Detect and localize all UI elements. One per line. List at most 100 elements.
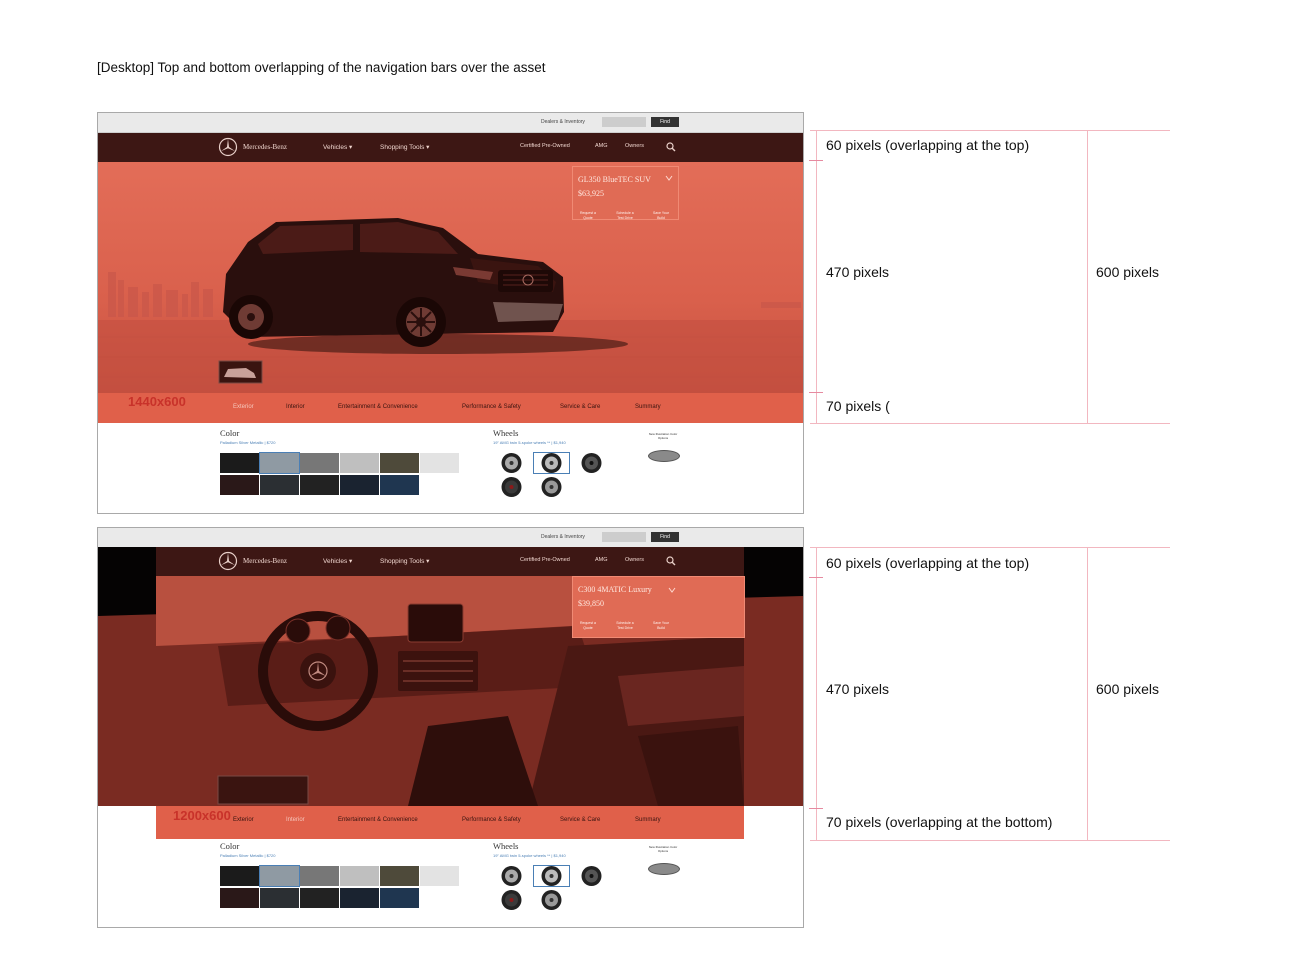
tab-interior[interactable]: Interior (286, 404, 305, 410)
save-build-link[interactable]: Save Your Build (649, 211, 673, 220)
color-swatch[interactable] (220, 475, 259, 495)
tab-interior[interactable]: Interior (286, 817, 305, 823)
color-swatch[interactable] (259, 865, 300, 887)
color-swatch[interactable] (220, 866, 259, 886)
annotation-segment-line (816, 130, 817, 423)
wheel-option[interactable] (493, 452, 530, 474)
mockup-1440: Dealers & Inventory Find Mercedes-Benz V… (97, 112, 804, 514)
wheel-option[interactable] (533, 889, 570, 911)
tab-exterior[interactable]: Exterior (233, 817, 254, 823)
wheel-option[interactable] (493, 476, 530, 498)
color-swatch[interactable] (340, 475, 379, 495)
annotation-line-bottom (810, 840, 1170, 841)
nav-certified-pre-owned[interactable]: Certified Pre-Owned (520, 557, 570, 563)
color-swatch[interactable] (420, 453, 459, 473)
model-name: GL350 BlueTEC SUV (578, 175, 651, 184)
annotation-line-bottom (810, 423, 1170, 424)
color-options-button[interactable] (648, 450, 680, 462)
tab-exterior[interactable]: Exterior (233, 404, 254, 410)
search-icon[interactable] (666, 556, 676, 566)
color-swatch[interactable] (340, 453, 379, 473)
tab-service-care[interactable]: Service & Care (560, 817, 600, 823)
nav-amg[interactable]: AMG (595, 143, 608, 149)
nav-vehicles[interactable]: Vehicles ▾ (323, 557, 352, 565)
mercedes-star-icon[interactable] (218, 551, 238, 571)
request-quote-link[interactable]: Request a Quote (576, 211, 600, 220)
wheel-option[interactable] (533, 865, 570, 887)
color-swatch[interactable] (300, 453, 339, 473)
tab-service-care[interactable]: Service & Care (560, 404, 600, 410)
color-swatch[interactable] (220, 888, 259, 908)
chevron-down-icon[interactable] (665, 175, 673, 181)
search-icon[interactable] (666, 142, 676, 152)
find-button[interactable]: Find (651, 532, 679, 542)
tab-entertainment-convenience[interactable]: Entertainment & Convenience (338, 817, 418, 823)
brand-name[interactable]: Mercedes-Benz (243, 143, 287, 151)
color-swatch[interactable] (340, 866, 379, 886)
price-box: C300 4MATIC Luxury $39,850 Request a Quo… (572, 576, 745, 638)
nav-shopping-tools[interactable]: Shopping Tools ▾ (380, 557, 429, 565)
wheel-option[interactable] (573, 452, 610, 474)
tab-entertainment-convenience[interactable]: Entertainment & Convenience (338, 404, 418, 410)
annotation-tick (809, 392, 823, 393)
brand-name[interactable]: Mercedes-Benz (243, 557, 287, 565)
wheel-option[interactable] (533, 452, 570, 474)
dealer-search-input[interactable] (602, 117, 646, 127)
color-swatch[interactable] (380, 866, 419, 886)
nav-vehicles[interactable]: Vehicles ▾ (323, 143, 352, 151)
color-swatch[interactable] (340, 888, 379, 908)
tab-summary[interactable]: Summary (635, 817, 661, 823)
schedule-test-drive-link[interactable]: Schedule a Test Drive (613, 621, 637, 630)
wheel-option[interactable] (533, 476, 570, 498)
color-swatch[interactable] (300, 475, 339, 495)
section-tab-bar: 1200x600 Exterior Interior Entertainment… (156, 806, 744, 839)
request-quote-link[interactable]: Request a Quote (576, 621, 600, 630)
save-build-link[interactable]: Save Your Build (649, 621, 673, 630)
color-heading: Color (220, 428, 240, 438)
annotation-bottom-overlap: 70 pixels ( (826, 398, 890, 414)
annotation-total-line (1087, 547, 1088, 840)
tab-performance-safety[interactable]: Performance & Safety (462, 817, 521, 823)
nav-amg[interactable]: AMG (595, 557, 608, 563)
wheel-option[interactable] (493, 865, 530, 887)
color-swatch[interactable] (260, 888, 299, 908)
color-selection-text: Palladium Silver Metallic | $720 (220, 853, 276, 858)
find-button[interactable]: Find (651, 117, 679, 127)
mercedes-star-icon[interactable] (218, 137, 238, 157)
utility-bar: Dealers & Inventory Find (98, 113, 803, 133)
suv-exterior-image (98, 162, 803, 393)
price-box: GL350 BlueTEC SUV $63,925 Request a Quot… (572, 166, 679, 220)
new-color-options-text: New Illustration Color Options (648, 845, 678, 853)
color-swatch[interactable] (380, 453, 419, 473)
annotation-bottom-overlap: 70 pixels (overlapping at the bottom) (826, 814, 1053, 830)
color-swatch[interactable] (220, 453, 259, 473)
wheel-option[interactable] (573, 865, 610, 887)
annotation-top-overlap: 60 pixels (overlapping at the top) (826, 137, 1030, 153)
dealer-search-input[interactable] (602, 532, 646, 542)
color-swatch[interactable] (260, 475, 299, 495)
tab-summary[interactable]: Summary (635, 404, 661, 410)
annotation-tick (809, 160, 823, 161)
color-swatch[interactable] (380, 888, 419, 908)
chevron-down-icon[interactable] (668, 587, 676, 593)
page-title: [Desktop] Top and bottom overlapping of … (97, 60, 546, 75)
wheel-option[interactable] (493, 889, 530, 911)
color-options-button[interactable] (648, 863, 680, 875)
nav-owners[interactable]: Owners (625, 143, 644, 149)
wheels-heading: Wheels (493, 841, 519, 851)
annotation-tick (809, 577, 823, 578)
tab-performance-safety[interactable]: Performance & Safety (462, 404, 521, 410)
color-swatch[interactable] (380, 475, 419, 495)
color-swatch[interactable] (259, 452, 300, 474)
color-swatch[interactable] (300, 888, 339, 908)
dealers-inventory-label: Dealers & Inventory (541, 534, 585, 540)
nav-shopping-tools[interactable]: Shopping Tools ▾ (380, 143, 429, 151)
annotation-middle: 470 pixels (826, 264, 890, 280)
color-swatch[interactable] (300, 866, 339, 886)
section-tab-bar: 1440x600 Exterior Interior Entertainment… (98, 393, 803, 423)
thumbnail-image[interactable] (217, 775, 309, 805)
color-swatch[interactable] (420, 866, 459, 886)
nav-owners[interactable]: Owners (625, 557, 644, 563)
nav-certified-pre-owned[interactable]: Certified Pre-Owned (520, 143, 570, 149)
schedule-test-drive-link[interactable]: Schedule a Test Drive (613, 211, 637, 220)
